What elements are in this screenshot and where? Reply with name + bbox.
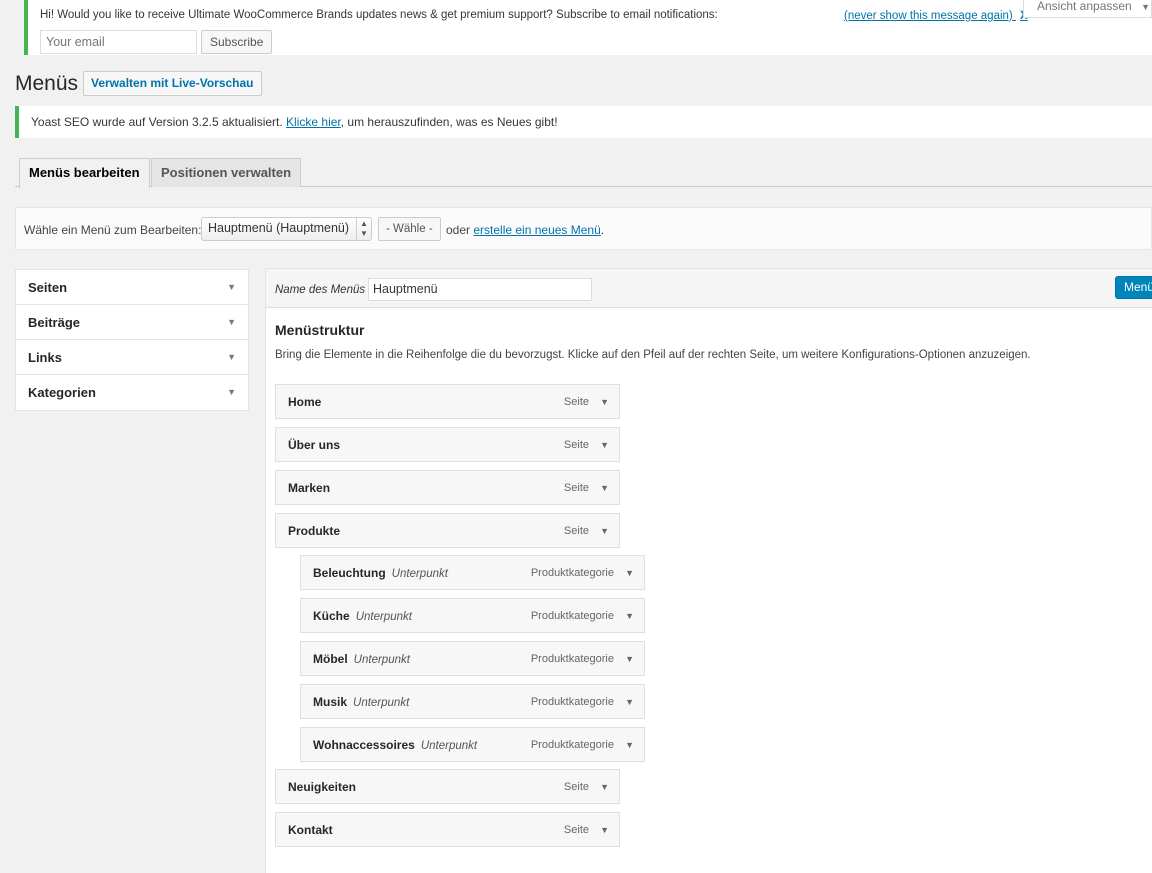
screen-options-label: Ansicht anpassen: [1037, 0, 1132, 13]
menu-item-title: Beleuchtung Unterpunkt: [313, 566, 448, 580]
yoast-link[interactable]: Klicke hier: [286, 115, 341, 129]
menu-item-type: Produktkategorie: [530, 739, 614, 751]
accordion-label: Links: [28, 350, 62, 365]
never-show-label[interactable]: (never show this message again): [844, 10, 1013, 22]
menu-item-title: Musik Unterpunkt: [313, 695, 410, 709]
menu-item-type: Produktkategorie: [530, 567, 614, 579]
triangle-down-icon[interactable]: ▼: [625, 697, 634, 707]
menu-item-type: Seite: [563, 396, 589, 408]
screen-options-button[interactable]: Ansicht anpassen ▼: [1023, 0, 1152, 18]
triangle-down-icon[interactable]: ▼: [600, 397, 609, 407]
menu-item-type: Seite: [563, 439, 589, 451]
menu-item-type: Produktkategorie: [530, 696, 614, 708]
triangle-down-icon[interactable]: ▼: [600, 440, 609, 450]
menu-name-label: Name des Menüs: [275, 284, 366, 296]
menu-item-sub[interactable]: Möbel Unterpunkt Produktkategorie ▼: [300, 641, 645, 676]
menu-item-type: Seite: [563, 525, 589, 537]
menu-item-sub[interactable]: Musik Unterpunkt Produktkategorie ▼: [300, 684, 645, 719]
accordion-label: Beiträge: [28, 315, 81, 330]
menu-item-type: Seite: [563, 482, 589, 494]
triangle-down-icon: ▼: [227, 317, 236, 327]
menu-item[interactable]: Kontakt Seite ▼: [275, 812, 620, 847]
select-menu-label: Wähle ein Menü zum Bearbeiten:: [24, 223, 202, 237]
menu-item-type: Seite: [563, 824, 589, 836]
menu-item-sub-label: Unterpunkt: [391, 568, 448, 580]
period: .: [600, 223, 605, 237]
menu-item-sub[interactable]: Küche Unterpunkt Produktkategorie ▼: [300, 598, 645, 633]
menu-item-sub-label: Unterpunkt: [353, 654, 410, 666]
triangle-down-icon[interactable]: ▼: [625, 654, 634, 664]
or-label: oder: [446, 223, 474, 237]
create-menu-link[interactable]: erstelle ein neues Menü: [473, 223, 600, 237]
menu-select[interactable]: Hauptmenü (Hauptmenü) ▲ ▼: [201, 217, 372, 241]
menu-item[interactable]: Neuigkeiten Seite ▼: [275, 769, 620, 804]
menu-item-title: Kontakt: [288, 823, 333, 837]
accordion-item-posts[interactable]: Beiträge ▼: [16, 305, 248, 340]
yoast-notice: Yoast SEO wurde auf Version 3.2.5 aktual…: [15, 106, 1152, 138]
triangle-down-icon: ▼: [227, 282, 236, 292]
accordion-item-categories[interactable]: Kategorien ▼: [16, 375, 248, 410]
triangle-down-icon[interactable]: ▼: [625, 740, 634, 750]
menu-item-sub-label: Unterpunkt: [420, 740, 478, 752]
subscribe-message: Hi! Would you like to receive Ultimate W…: [40, 9, 718, 21]
menu-item-type: Produktkategorie: [530, 653, 614, 665]
menu-item-title: Home: [288, 395, 322, 409]
yoast-text-before: Yoast SEO wurde auf Version 3.2.5 aktual…: [31, 115, 287, 129]
menu-item-title: Küche Unterpunkt: [313, 609, 412, 623]
chevron-down-icon: ▼: [1141, 2, 1150, 12]
menu-item-title: Über uns: [288, 438, 341, 452]
tab-edit-menus[interactable]: Menüs bearbeiten: [19, 158, 150, 188]
triangle-down-icon[interactable]: ▼: [600, 526, 609, 536]
triangle-down-icon[interactable]: ▼: [625, 568, 634, 578]
choose-button[interactable]: - Wähle -: [378, 217, 441, 241]
never-show-link[interactable]: (never show this message again) X: [844, 10, 1028, 22]
menu-item-type: Produktkategorie: [530, 610, 614, 622]
create-menu-text: oder erstelle ein neues Menü.: [446, 223, 604, 237]
menu-item-sub[interactable]: Beleuchtung Unterpunkt Produktkategorie ▼: [300, 555, 645, 590]
yoast-text-after: , um herauszufinden, was es Neues gibt!: [340, 115, 558, 129]
menu-management-panel: Name des Menüs Hauptmenü Menü Menüstrukt…: [265, 268, 1152, 873]
menu-structure-description: Bring die Elemente in die Reihenfolge di…: [275, 349, 1031, 361]
menu-item-title: Möbel Unterpunkt: [313, 652, 410, 666]
triangle-down-icon: ▼: [227, 352, 236, 362]
triangle-down-icon[interactable]: ▼: [600, 782, 609, 792]
menu-header: Name des Menüs Hauptmenü Menü: [266, 269, 1152, 308]
yoast-notice-text: Yoast SEO wurde auf Version 3.2.5 aktual…: [31, 115, 558, 129]
menu-item[interactable]: Marken Seite ▼: [275, 470, 620, 505]
triangle-down-icon: ▼: [227, 387, 236, 397]
add-items-accordion: Seiten ▼ Beiträge ▼ Links ▼ Kategorien ▼: [15, 269, 249, 411]
accordion-label: Seiten: [28, 280, 68, 295]
menu-item[interactable]: Über uns Seite ▼: [275, 427, 620, 462]
page-title: Menüs: [15, 72, 79, 95]
accordion-label: Kategorien: [28, 385, 96, 400]
accordion-item-links[interactable]: Links ▼: [16, 340, 248, 375]
email-field[interactable]: [40, 30, 197, 54]
menu-item-title: Marken: [288, 481, 331, 495]
menu-item-sub-label: Unterpunkt: [355, 611, 412, 623]
save-menu-button[interactable]: Menü: [1115, 276, 1152, 299]
accordion-item-pages[interactable]: Seiten ▼: [16, 270, 248, 305]
menu-item-sub[interactable]: Wohnaccessoires Unterpunkt Produktkategor…: [300, 727, 645, 762]
menu-item-type: Seite: [563, 781, 589, 793]
subscribe-button[interactable]: Subscribe: [201, 30, 273, 54]
menu-name-field[interactable]: Hauptmenü: [368, 278, 592, 301]
menu-item-sub-label: Unterpunkt: [353, 697, 410, 709]
triangle-down-icon[interactable]: ▼: [625, 611, 634, 621]
subscribe-notice: Hi! Would you like to receive Ultimate W…: [24, 0, 1152, 55]
select-menu-bar: Wähle ein Menü zum Bearbeiten: Hauptmenü…: [15, 207, 1152, 250]
triangle-down-icon[interactable]: ▼: [600, 483, 609, 493]
menu-item-title: Wohnaccessoires Unterpunkt: [313, 738, 478, 752]
menu-item-title: Neuigkeiten: [288, 780, 357, 794]
menu-item[interactable]: Produkte Seite ▼: [275, 513, 620, 548]
triangle-down-icon[interactable]: ▼: [600, 825, 609, 835]
tab-manage-locations[interactable]: Positionen verwalten: [151, 158, 302, 187]
select-arrows-icon: ▲ ▼: [356, 218, 371, 240]
menu-item[interactable]: Home Seite ▼: [275, 384, 620, 419]
menu-item-title: Produkte: [288, 524, 341, 538]
menu-structure-title: Menüstruktur: [275, 322, 365, 338]
menu-select-value: Hauptmenü (Hauptmenü): [208, 221, 350, 235]
live-preview-button[interactable]: Verwalten mit Live-Vorschau: [83, 71, 262, 96]
